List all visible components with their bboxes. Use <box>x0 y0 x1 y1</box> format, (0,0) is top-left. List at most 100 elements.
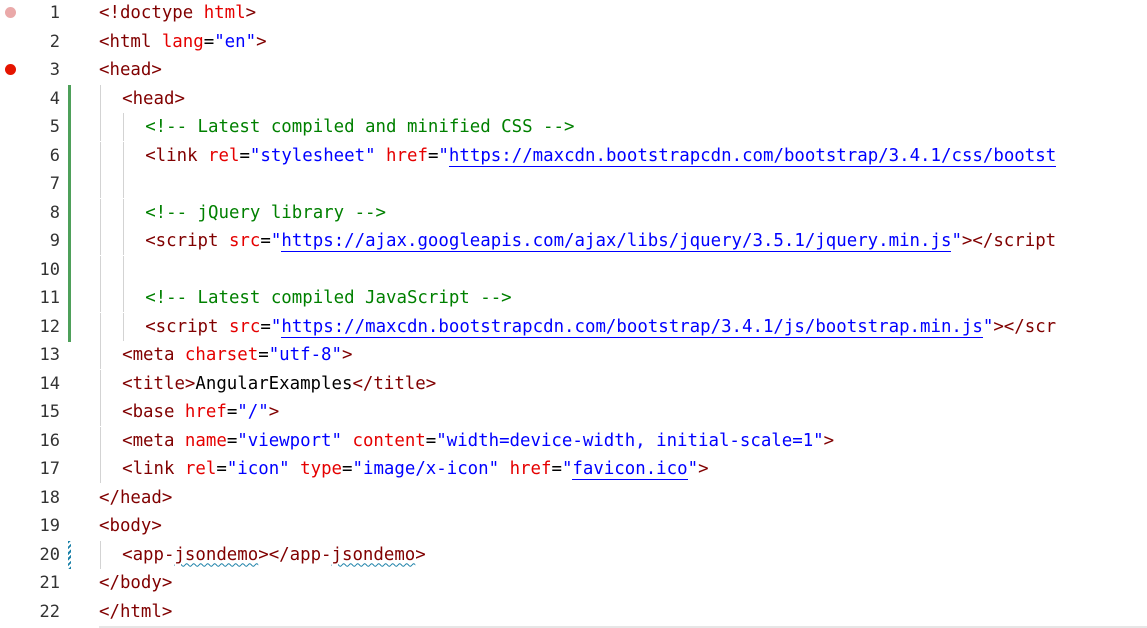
line-number: 19 <box>39 516 60 536</box>
attribute-token: href <box>386 145 428 166</box>
attribute-token: rel <box>208 145 240 166</box>
diff-added-marker[interactable] <box>68 312 71 342</box>
string-token: " <box>687 459 699 479</box>
tag-token: > <box>698 459 709 479</box>
indent-guide <box>100 170 101 198</box>
code-text[interactable]: <meta charset="utf-8"> <box>122 341 352 369</box>
code-line[interactable]: 20 <app-jsondemo></app-jsondemo> <box>0 540 1147 569</box>
code-line[interactable]: 8 <!-- jQuery library --> <box>0 198 1147 228</box>
string-token: "/" <box>237 402 269 422</box>
line-number: 4 <box>49 88 60 109</box>
code-line[interactable]: 7 <box>0 170 1147 199</box>
code-line[interactable]: 22 </html> <box>0 598 1147 626</box>
code-line[interactable]: 9 <script src="https://ajax.googleapis.co… <box>0 227 1147 256</box>
indent-guide <box>100 284 101 312</box>
indent-guide <box>123 312 125 341</box>
code-text[interactable]: <!-- Latest compiled and minified CSS --… <box>145 113 574 141</box>
line-number: 14 <box>39 373 60 394</box>
text-token: = <box>216 459 227 479</box>
text-token: = <box>203 31 215 52</box>
code-text[interactable]: </body> <box>99 569 172 597</box>
string-token: "utf-8" <box>268 345 342 365</box>
code-text[interactable]: <link rel="stylesheet" href="https://max… <box>145 142 1057 170</box>
code-text[interactable]: <app-jsondemo></app-jsondemo> <box>122 541 426 569</box>
code-text[interactable]: <link rel="icon" type="image/x-icon" hre… <box>122 455 709 483</box>
diff-added-marker[interactable] <box>68 170 71 199</box>
code-line[interactable]: 11 <!-- Latest compiled JavaScript --> <box>0 284 1147 313</box>
code-line[interactable]: 10 <box>0 255 1147 285</box>
tag-token: > <box>256 31 267 52</box>
code-line[interactable]: 12 <script src="https://maxcdn.bootstrapc… <box>0 312 1147 342</box>
code-line[interactable]: 4 <head> <box>0 84 1147 114</box>
attribute-token: lang <box>161 31 204 52</box>
link-token[interactable]: https://ajax.googleapis.com/ajax/libs/jq… <box>281 231 952 252</box>
diff-added-marker[interactable] <box>68 113 71 142</box>
line-number: 5 <box>49 117 60 137</box>
code-line[interactable]: 16 <meta name="viewport" content="width=d… <box>0 426 1147 455</box>
indent-guide <box>100 227 101 255</box>
code-line[interactable]: 3 <head> <box>0 56 1147 84</box>
code-text[interactable]: <head> <box>122 85 185 113</box>
string-token: " <box>561 459 573 479</box>
code-text[interactable]: <title>AngularExamples</title> <box>122 370 436 398</box>
code-line[interactable]: 14 <title>AngularExamples</title> <box>0 369 1147 398</box>
code-text[interactable]: </head> <box>99 484 172 512</box>
code-line[interactable]: 5 <!-- Latest compiled and minified CSS -… <box>0 113 1147 142</box>
code-line[interactable]: 19 <body> <box>0 512 1147 540</box>
link-token[interactable]: favicon.ico <box>572 459 688 480</box>
code-text[interactable]: <!-- Latest compiled JavaScript --> <box>145 284 511 312</box>
code-line[interactable]: 15 <base href="/"> <box>0 398 1147 426</box>
code-text[interactable]: <script src="https://maxcdn.bootstrapcdn… <box>145 313 1056 341</box>
indent-guide <box>100 198 101 227</box>
diff-added-marker[interactable] <box>68 198 71 228</box>
tag-token: <script <box>145 316 229 337</box>
code-text[interactable]: <script src="https://ajax.googleapis.com… <box>145 227 1056 255</box>
code-text[interactable]: <!doctype html> <box>99 0 256 27</box>
tag-token: <app- <box>122 544 175 565</box>
code-text[interactable]: <html lang="en"> <box>99 28 267 56</box>
code-text[interactable]: </html> <box>99 598 172 626</box>
comment-token: <!-- jQuery library --> <box>145 202 386 223</box>
diff-modified-marker[interactable] <box>68 540 71 569</box>
tag-token: <!doctype <box>99 3 204 23</box>
breakpoint-icon[interactable] <box>5 64 16 75</box>
code-editor[interactable]: 1 <!doctype html> 2 <html lang="en"> 3 <head>… <box>0 0 1147 628</box>
indent-guide <box>123 113 125 141</box>
code-text[interactable]: <meta name="viewport" content="width=dev… <box>122 427 834 455</box>
code-line[interactable]: 18 </head> <box>0 484 1147 512</box>
code-line[interactable]: 6 <link rel="stylesheet" href="https://ma… <box>0 141 1147 171</box>
code-line[interactable]: 21 </body> <box>0 569 1147 597</box>
line-number: 22 <box>39 601 60 622</box>
diff-added-marker[interactable] <box>68 284 71 313</box>
diff-added-marker[interactable] <box>68 141 71 171</box>
code-text[interactable]: <!-- jQuery library --> <box>145 199 386 227</box>
string-token: " <box>951 231 962 251</box>
diff-added-marker[interactable] <box>68 84 71 114</box>
diff-added-marker[interactable] <box>68 227 71 256</box>
text-token: = <box>342 459 353 479</box>
diff-added-marker[interactable] <box>68 255 71 285</box>
link-token[interactable]: https://maxcdn.bootstrapcdn.com/bootstra… <box>281 316 983 338</box>
code-line[interactable]: 1 <!doctype html> <box>0 0 1147 27</box>
tag-token: > <box>245 3 257 23</box>
link-token[interactable]: https://maxcdn.bootstrapcdn.com/bootstra… <box>448 145 1057 167</box>
code-text[interactable]: <body> <box>99 512 162 540</box>
indent-guide <box>100 540 101 569</box>
breakpoint-hint-icon[interactable] <box>5 7 16 18</box>
line-number: 10 <box>39 259 60 280</box>
indent-guide <box>123 255 125 284</box>
indent-guide <box>100 141 101 170</box>
code-line[interactable]: 2 <html lang="en"> <box>0 28 1147 56</box>
tag-token: ></app- <box>258 544 332 565</box>
string-token: "image/x-icon" <box>352 459 510 479</box>
line-number: 20 <box>39 544 60 565</box>
code-text[interactable]: <head> <box>99 56 162 84</box>
tag-token: <title> <box>122 373 196 394</box>
tag-token: <head> <box>99 60 162 80</box>
indent-guide <box>123 198 125 227</box>
code-line[interactable]: 13 <meta charset="utf-8"> <box>0 341 1147 369</box>
code-line[interactable]: 17 <link rel="icon" type="image/x-icon" h… <box>0 455 1147 483</box>
code-text[interactable]: <base href="/"> <box>122 398 279 426</box>
tag-token: <meta <box>122 430 185 451</box>
attribute-token: href <box>509 459 552 479</box>
